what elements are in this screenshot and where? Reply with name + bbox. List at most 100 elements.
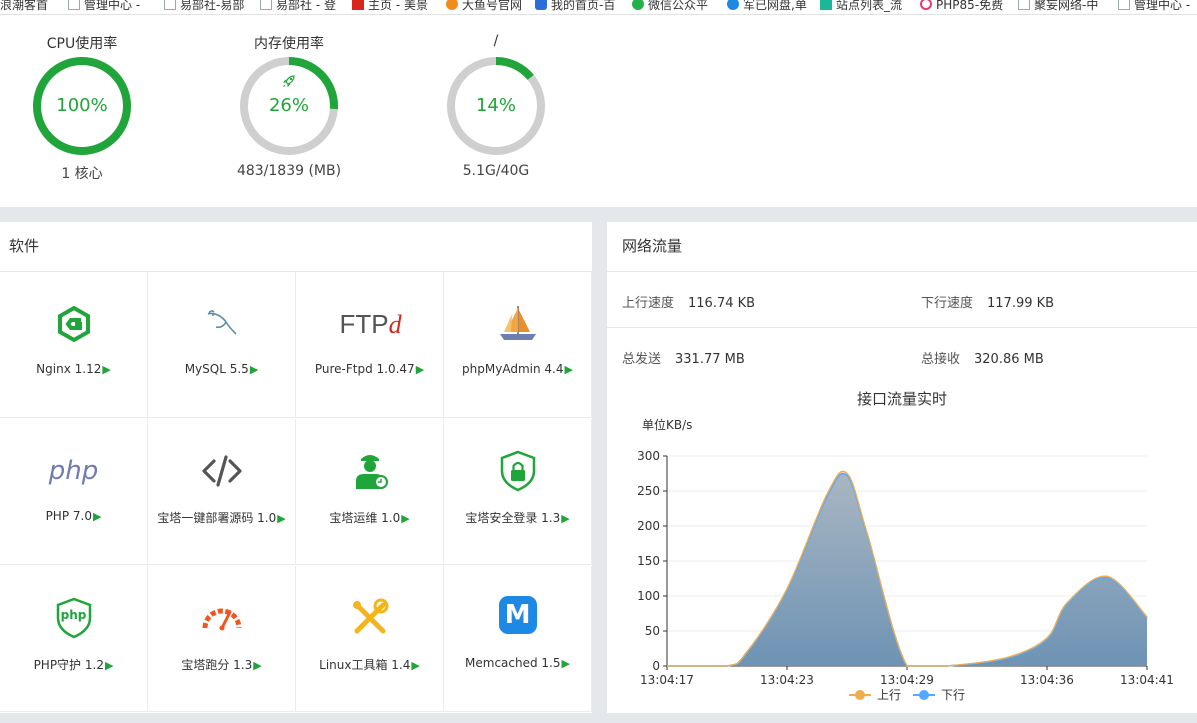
play-icon: ▶ [401,512,410,525]
software-item[interactable]: phpMyAdmin 4.4▶ [444,272,592,418]
bookmark-item[interactable]: 大鱼号官网 [446,0,522,13]
bookmark-label: 易部社 - 登 [276,0,336,12]
software-name: 宝塔安全登录 1.3▶ [444,509,591,526]
software-grid: Nginx 1.12▶ MySQL 5.5▶ FTPd Pure-Ftpd 1.0.4… [0,272,592,713]
series-down-area [667,473,1147,666]
bookmark-icon [727,0,739,10]
software-name: 宝塔跑分 1.3▶ [148,656,295,673]
play-icon: ▶ [561,512,570,525]
bookmark-label: 站点列表_流 [836,0,903,12]
software-name-text: phpMyAdmin 4.4 [462,362,564,376]
y-tick-label: 200 [637,519,660,533]
software-name: 宝塔一键部署源码 1.0▶ [148,509,295,526]
software-item[interactable]: 宝塔安全登录 1.3▶ [444,419,592,565]
bookmark-item[interactable]: 易部社-易部 [164,0,244,13]
software-name: phpMyAdmin 4.4▶ [444,362,591,376]
network-panel: 网络流量 上行速度 116.74 KB 下行速度 117.99 KB 总发送 331.… [607,222,1197,713]
total-sent-label: 总发送 [622,352,662,367]
software-name-text: Linux工具箱 1.4 [319,658,411,672]
software-name-text: Pure-Ftpd 1.0.47 [314,362,415,376]
bookmark-item[interactable]: PHP85-免费 [920,0,1003,13]
code-icon [200,449,244,493]
software-title: 软件 [0,222,592,272]
ftp-icon-text: FTP [339,309,389,339]
traffic-chart: 0 50 100 150 200 250 300 13:04:17 13:04:23 13:04:… [637,449,1174,687]
bookmark-item[interactable]: 主页 - 美景 [352,0,428,13]
shield-lock-icon [496,449,540,493]
bookmark-label: 大鱼号官网 [462,0,523,12]
software-item[interactable]: 宝塔运维 1.0▶ [296,419,444,565]
bookmark-item[interactable]: 易部社 - 登 [260,0,336,13]
gauge-subtext: 5.1G/40G [462,163,530,179]
software-item[interactable]: Nginx 1.12▶ [0,272,148,418]
ftp-icon-accent: d [388,310,402,339]
system-status-panel: CPU使用率 100% 1 核心 内存使用率 26% 483/1839 (MB) / 14% 5… [0,15,1197,207]
bookmark-item[interactable]: 微信公众平 [632,0,708,13]
gauge-label: CPU使用率 [46,36,118,52]
software-name: Nginx 1.12▶ [0,362,147,376]
legend-down[interactable]: 下行 [913,686,965,703]
bookmark-icon [820,0,832,10]
up-speed-value: 116.74 KB [688,296,756,311]
gauge-subtext: 1 核心 [61,166,103,182]
software-name-text: 宝塔运维 1.0 [329,511,401,525]
play-icon: ▶ [561,657,570,670]
software-panel: 软件 Nginx 1.12▶ MySQL 5.5▶ FTPd Pure-Ftpd 1.… [0,222,592,713]
software-item[interactable]: php PHP 7.0▶ [0,419,148,565]
software-item[interactable]: M Memcached 1.5▶ [444,566,592,712]
software-name: Pure-Ftpd 1.0.47▶ [296,362,443,376]
page-icon [68,0,80,10]
gauge-label: 内存使用率 [254,36,324,52]
legend-down-swatch [913,689,935,700]
rocket-icon [282,75,295,88]
chart-y-unit: 单位KB/s [642,418,693,432]
total-sent: 总发送 331.77 MB [622,348,745,367]
software-name: Linux工具箱 1.4▶ [296,656,443,673]
page-icon [1118,0,1130,10]
x-tick-label: 13:04:23 [760,673,814,687]
software-item[interactable]: 宝塔跑分 1.3▶ [148,566,296,712]
bookmark-label: 主页 - 美景 [368,0,428,12]
x-tick-label: 13:04:29 [880,673,934,687]
bookmark-item[interactable]: 浪潮客首 [0,0,48,13]
software-name: 宝塔运维 1.0▶ [296,509,443,526]
gauge-value: 26% [268,95,309,116]
software-item[interactable]: FTPd Pure-Ftpd 1.0.47▶ [296,272,444,418]
software-item[interactable]: php PHP守护 1.2▶ [0,566,148,712]
software-item[interactable]: MySQL 5.5▶ [148,272,296,418]
php-guard-text: php [60,608,87,622]
total-recv: 总接收 320.86 MB [921,348,1044,367]
y-tick-label: 0 [652,659,660,673]
software-name-text: 宝塔一键部署源码 1.0 [157,511,277,525]
bookmark-icon [535,0,547,10]
bookmark-label: 聚妄网络-中 [1034,0,1099,12]
play-icon: ▶ [411,659,420,672]
legend-up-label: 上行 [877,688,902,702]
bookmark-item[interactable]: 我的首页-百 [535,0,615,13]
bookmark-item[interactable]: 军已网盘,单 [727,0,807,13]
gauge-subtext: 483/1839 (MB) [236,163,342,179]
bookmark-icon [920,0,932,10]
legend-up[interactable]: 上行 [849,686,901,703]
software-name-text: 宝塔安全登录 1.3 [465,511,561,525]
php-icon: php [48,456,99,486]
software-name-text: PHP守护 1.2 [33,658,104,672]
software-item[interactable]: 宝塔一键部署源码 1.0▶ [148,419,296,565]
software-name: Memcached 1.5▶ [444,656,591,670]
bookmark-item[interactable]: 管理中心 - [1118,0,1190,13]
bookmark-item[interactable]: 站点列表_流 [820,0,902,13]
bookmark-label: 我的首页-百 [551,0,616,12]
bookmark-item[interactable]: 聚妄网络-中 [1018,0,1098,13]
gauge-value: 100% [56,95,108,116]
page-icon [1018,0,1030,10]
bookmark-icon [632,0,644,10]
gauge-label: / [493,33,499,49]
software-item[interactable]: Linux工具箱 1.4▶ [296,566,444,712]
bookmark-item[interactable]: 管理中心 - [68,0,140,13]
bookmark-label: 易部社-易部 [180,0,245,12]
total-recv-value: 320.86 MB [974,352,1044,367]
play-icon: ▶ [104,659,114,672]
x-tick-label: 13:04:41 [1120,673,1174,687]
bookmark-icon [446,0,458,10]
software-name-text: PHP 7.0 [45,509,92,523]
